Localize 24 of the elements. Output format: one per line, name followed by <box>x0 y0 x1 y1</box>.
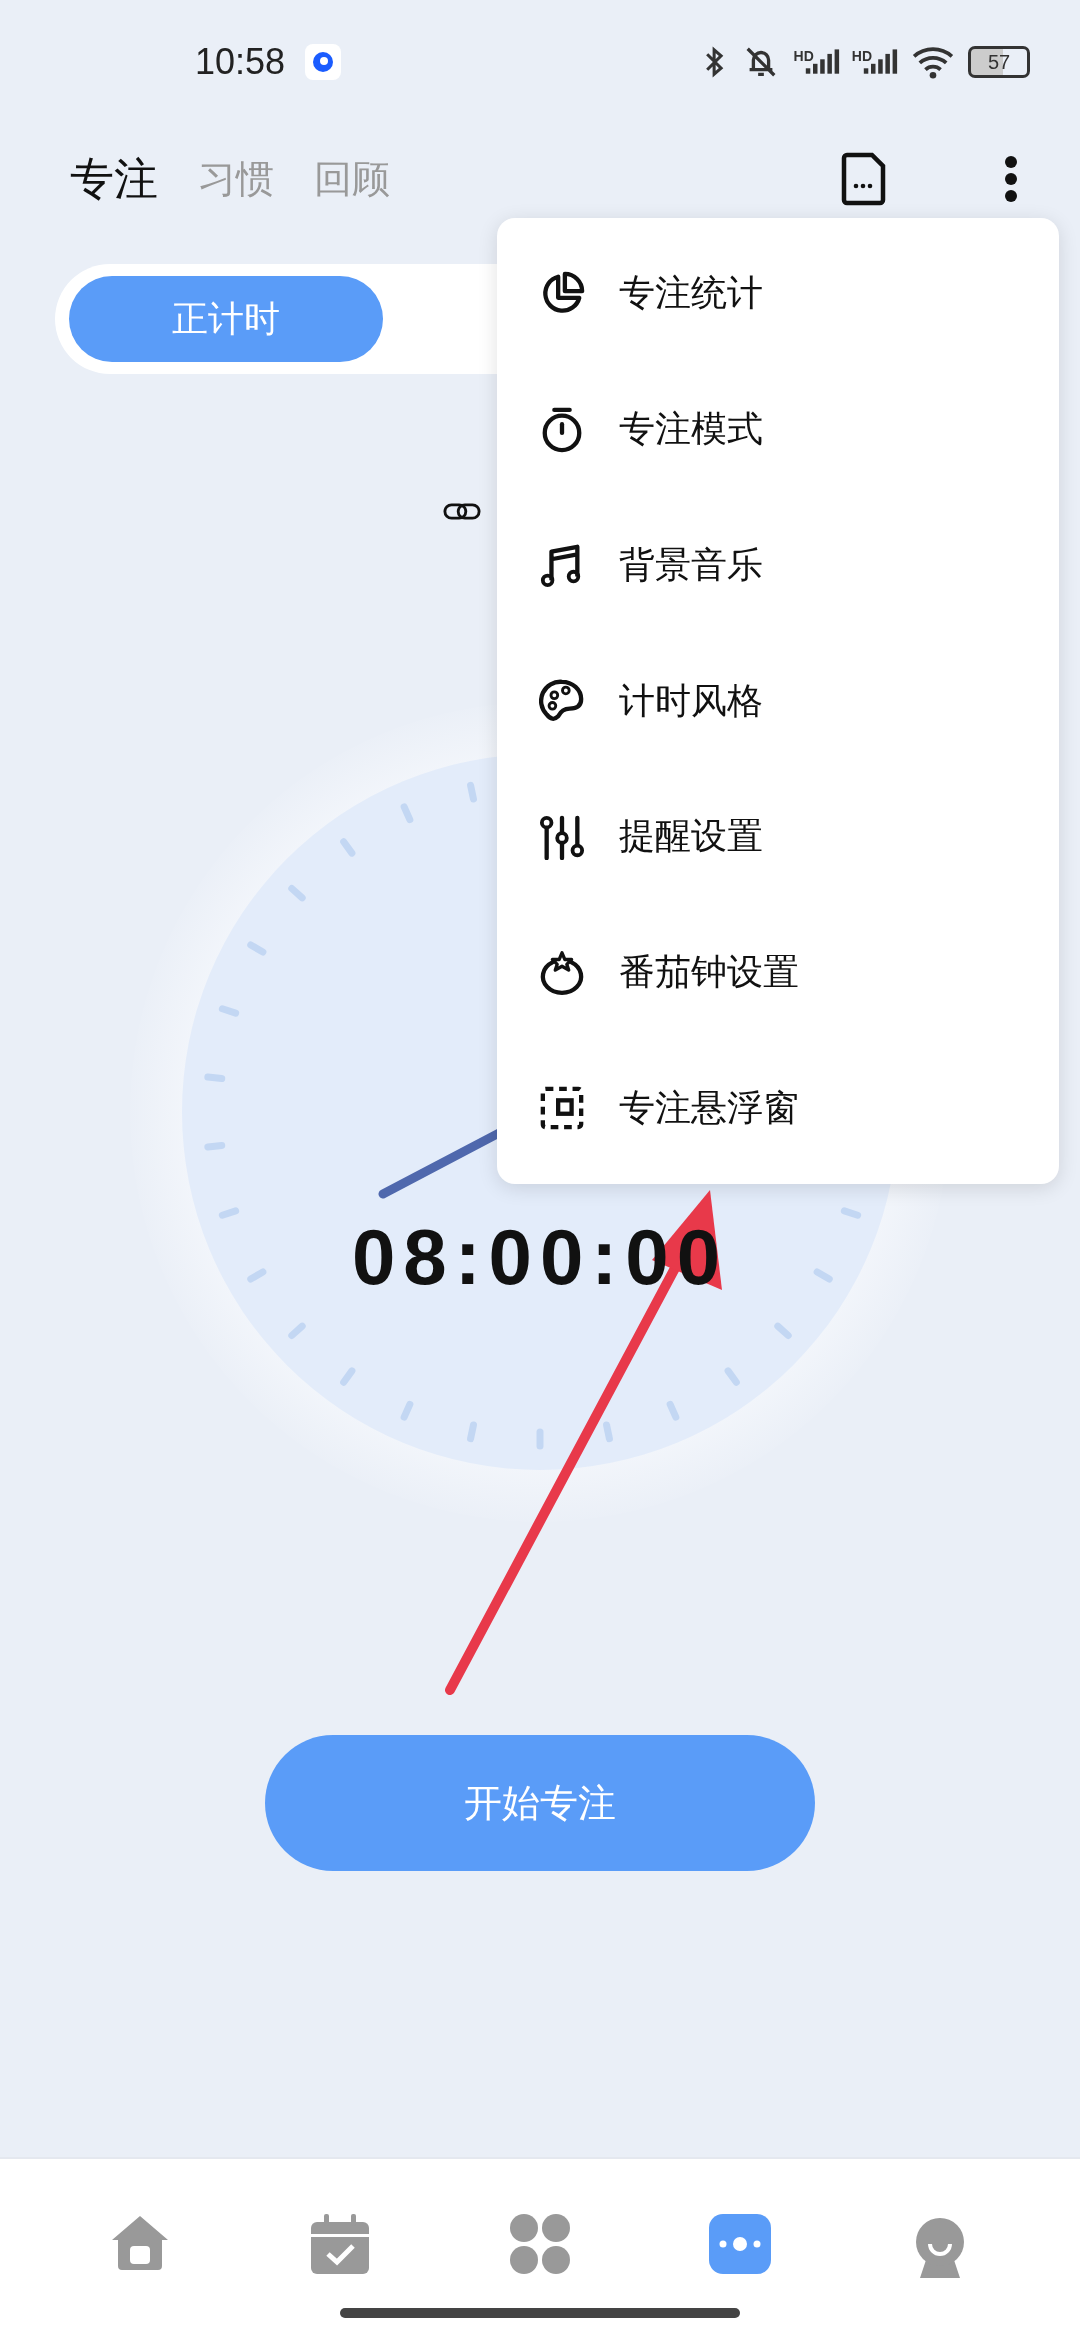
menu-item[interactable]: 专注统计 <box>497 226 1059 362</box>
menu-item[interactable]: 提醒设置 <box>497 768 1059 905</box>
app-notification-icon <box>305 44 342 80</box>
grid-icon[interactable] <box>510 2214 570 2274</box>
network-type-label: HD <box>851 48 872 64</box>
menu-item[interactable]: 番茄钟设置 <box>497 904 1059 1041</box>
calendar-check-icon[interactable] <box>311 2214 369 2274</box>
network-type-label: HD <box>793 48 814 64</box>
header-tab[interactable]: 专注 <box>70 149 158 209</box>
sliders-icon <box>539 813 585 860</box>
link-icon <box>442 502 481 521</box>
menu-item[interactable]: 计时风格 <box>497 633 1059 769</box>
palette-icon <box>539 678 585 724</box>
battery-indicator: 57 <box>968 46 1030 78</box>
document-icon[interactable] <box>840 152 886 206</box>
menu-item[interactable]: 专注模式 <box>497 361 1059 498</box>
tomato-icon <box>539 949 585 996</box>
wifi-icon <box>910 45 956 79</box>
more-options-icon[interactable] <box>1004 155 1018 203</box>
menu-item[interactable]: 专注悬浮窗 <box>497 1040 1059 1177</box>
floating-window-icon <box>539 1085 585 1132</box>
focus-tab-icon[interactable] <box>709 2214 771 2274</box>
status-time: 10:58 <box>195 41 286 83</box>
menu-item[interactable]: 背景音乐 <box>497 497 1059 634</box>
